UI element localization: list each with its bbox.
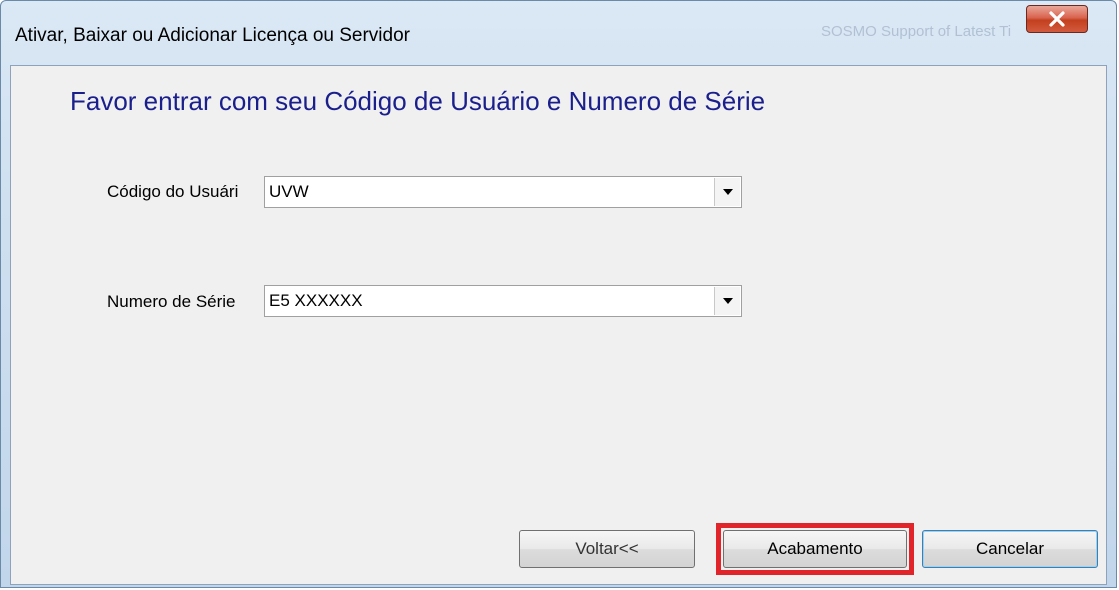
close-x-icon <box>1049 11 1065 27</box>
user-code-combobox[interactable]: UVW <box>264 176 742 208</box>
serial-number-value: E5 XXXXXX <box>269 291 363 310</box>
user-code-label: Código do Usuári <box>107 182 239 201</box>
close-button[interactable] <box>1026 5 1088 33</box>
serial-number-dropdown-button[interactable] <box>714 287 740 315</box>
cancel-button[interactable]: Cancelar <box>922 530 1098 568</box>
user-code-dropdown-button[interactable] <box>714 178 740 206</box>
chevron-down-icon <box>722 189 733 195</box>
dialog-body: Favor entrar com seu Código de Usuário e… <box>10 65 1107 585</box>
serial-number-label: Numero de Série <box>107 292 236 311</box>
chevron-down-icon <box>722 298 733 304</box>
page-heading: Favor entrar com seu Código de Usuário e… <box>70 86 766 116</box>
serial-number-combobox[interactable]: E5 XXXXXX <box>264 285 742 317</box>
user-code-value: UVW <box>269 182 309 201</box>
license-dialog-window: SOSMO Support of Latest Ti Ativar, Baixa… <box>0 0 1117 588</box>
background-window-text: SOSMO Support of Latest Ti <box>821 23 1012 40</box>
back-button[interactable]: Voltar<< <box>519 530 695 568</box>
window-title: Ativar, Baixar ou Adicionar Licença ou S… <box>15 25 410 46</box>
finish-button[interactable]: Acabamento <box>723 530 907 568</box>
title-bar[interactable]: SOSMO Support of Latest Ti Ativar, Baixa… <box>1 1 1116 65</box>
